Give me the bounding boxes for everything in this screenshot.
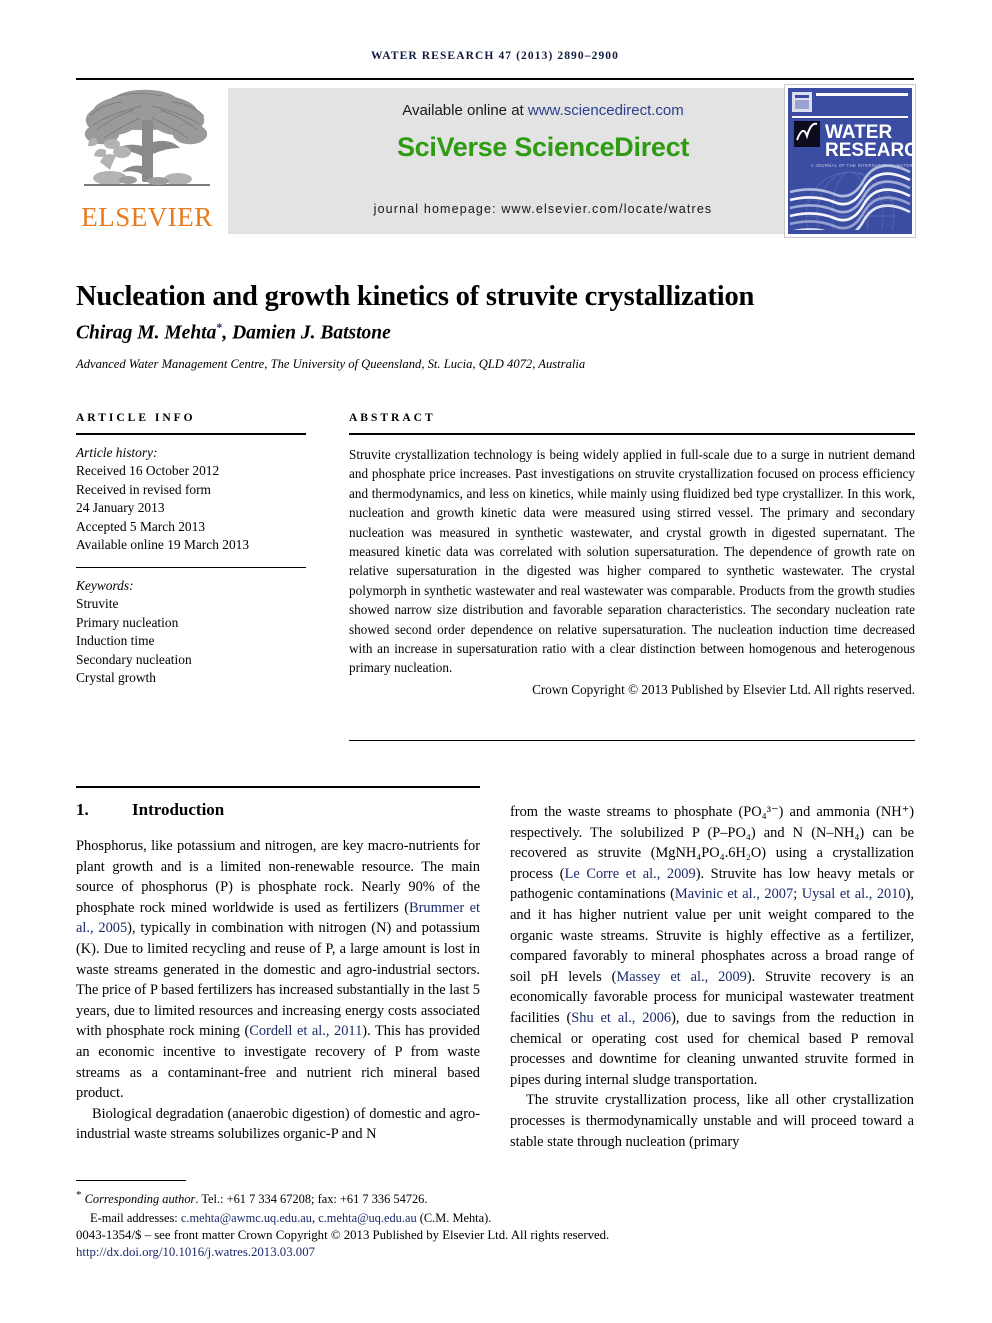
journal-cover-art: WATER RESEARCH A JOURNAL OF THE INTERNAT… xyxy=(788,88,912,234)
author-rest: , Damien J. Batstone xyxy=(222,322,391,344)
abstract-heading: ABSTRACT xyxy=(349,412,436,424)
history-item: 24 January 2013 xyxy=(76,500,165,516)
article-info-column: ARTICLE INFO Article history: Received 1… xyxy=(76,412,306,688)
footnote-rule xyxy=(76,1180,186,1182)
abstract-rule xyxy=(349,433,915,435)
svg-text:RESEARCH: RESEARCH xyxy=(825,140,912,161)
footnote-block: * Corresponding author. Tel.: +61 7 334 … xyxy=(76,1186,636,1227)
citation-link[interactable]: Le Corre et al., 2009 xyxy=(565,866,696,882)
running-head: WATER RESEARCH 47 (2013) 2890–2900 xyxy=(370,50,620,62)
history-item: Received in revised form xyxy=(76,481,211,497)
body-paragraph: Biological degradation (anaerobic digest… xyxy=(76,1104,480,1145)
keyword-item: Struvite xyxy=(76,596,119,612)
email-line: E-mail addresses: c.mehta@awmc.uq.edu.au… xyxy=(76,1209,636,1227)
body-text: ; xyxy=(793,886,802,903)
sciencedirect-band: Available online at www.sciencedirect.co… xyxy=(228,88,858,234)
section-heading: 1. Introduction xyxy=(76,800,480,820)
citation-link[interactable]: Uysal et al., 2010 xyxy=(802,886,906,902)
abstract-bottom-rule xyxy=(349,740,915,742)
citation-link[interactable]: Cordell et al., 2011 xyxy=(249,1023,362,1039)
body-text: The struvite crystallization process, li… xyxy=(510,1092,914,1150)
body-paragraph: from the waste streams to phosphate (PO₄… xyxy=(510,802,914,1090)
email-label: E-mail addresses: xyxy=(90,1210,178,1225)
citation-link[interactable]: Massey et al., 2009 xyxy=(616,969,746,985)
history-item: Available online 19 March 2013 xyxy=(76,537,250,553)
keyword-item: Primary nucleation xyxy=(76,614,179,630)
body-column-right: from the waste streams to phosphate (PO₄… xyxy=(510,802,914,1152)
keyword-item: Crystal growth xyxy=(76,670,156,686)
body-column-left: Phosphorus, like potassium and nitrogen,… xyxy=(76,836,480,1145)
header-rule xyxy=(76,78,914,80)
keyword-item: Secondary nucleation xyxy=(76,651,192,667)
elsevier-tree-icon xyxy=(84,89,210,186)
body-paragraph: Phosphorus, like potassium and nitrogen,… xyxy=(76,836,480,1104)
water-research-cover-graphic: WATER RESEARCH A JOURNAL OF THE INTERNAT… xyxy=(788,88,912,234)
abstract-column: ABSTRACT Struvite crystallization techno… xyxy=(349,412,915,699)
keywords-rule xyxy=(76,566,306,568)
email-owner: (C.M. Mehta). xyxy=(416,1210,492,1225)
article-info-rule xyxy=(76,433,306,435)
body-text: Biological degradation (anaerobic digest… xyxy=(76,1105,480,1143)
section-title: Introduction xyxy=(132,800,225,819)
available-online-text: Available online at xyxy=(402,102,528,119)
asterisk-icon: * xyxy=(76,1189,82,1201)
history-item: Received 16 October 2012 xyxy=(76,463,220,479)
corresponding-author-contact: . Tel.: +61 7 334 67208; fax: +61 7 336 … xyxy=(195,1192,428,1207)
section-top-rule xyxy=(76,786,480,789)
author-first: Chirag M. Mehta xyxy=(76,322,217,344)
doi-link[interactable]: http://dx.doi.org/10.1016/j.watres.2013.… xyxy=(76,1245,926,1260)
sciverse-sciencedirect-wordmark: SciVerse ScienceDirect xyxy=(396,132,690,162)
corresponding-author-label: Corresponding author xyxy=(84,1192,196,1207)
page-title: Nucleation and growth kinetics of struvi… xyxy=(76,281,755,313)
affiliation: Advanced Water Management Centre, The Un… xyxy=(76,357,586,371)
author-list: Chirag M. Mehta*, Damien J. Batstone xyxy=(76,320,916,345)
abstract-body: Struvite crystallization technology is b… xyxy=(349,447,915,676)
paper-page: WATER RESEARCH 47 (2013) 2890–2900 ELSEV… xyxy=(0,0,992,1323)
available-online-line: Available online at www.sciencedirect.co… xyxy=(228,102,858,119)
imprint-line: 0043-1354/$ – see front matter Crown Cop… xyxy=(76,1228,610,1242)
journal-cover-thumbnail: WATER RESEARCH A JOURNAL OF THE INTERNAT… xyxy=(784,84,916,238)
article-info-heading: ARTICLE INFO xyxy=(76,412,196,424)
body-text: ), typically in combination with nitroge… xyxy=(76,920,480,1040)
section-number: 1. xyxy=(76,800,89,819)
journal-masthead: ELSEVIER Available online at www.science… xyxy=(76,84,916,238)
citation-link[interactable]: Mavinic et al., 2007 xyxy=(675,886,793,902)
body-paragraph: The struvite crystallization process, li… xyxy=(510,1090,914,1152)
journal-homepage-line[interactable]: journal homepage: www.elsevier.com/locat… xyxy=(228,202,858,216)
elsevier-logo: ELSEVIER xyxy=(76,84,218,234)
elsevier-wordmark: ELSEVIER xyxy=(81,202,213,232)
history-item: Accepted 5 March 2013 xyxy=(76,518,206,534)
abstract-copyright: Crown Copyright © 2013 Published by Else… xyxy=(532,681,915,697)
email-link-secondary[interactable]: c.mehta@uq.edu.au xyxy=(318,1211,416,1225)
sciencedirect-link[interactable]: www.sciencedirect.com xyxy=(528,102,684,119)
article-history-label: Article history: xyxy=(76,444,158,460)
email-link-primary[interactable]: c.mehta@awmc.uq.edu.au xyxy=(181,1211,312,1225)
keyword-item: Induction time xyxy=(76,633,155,649)
citation-link[interactable]: Shu et al., 2006 xyxy=(571,1010,671,1026)
keywords-label: Keywords: xyxy=(76,577,134,593)
